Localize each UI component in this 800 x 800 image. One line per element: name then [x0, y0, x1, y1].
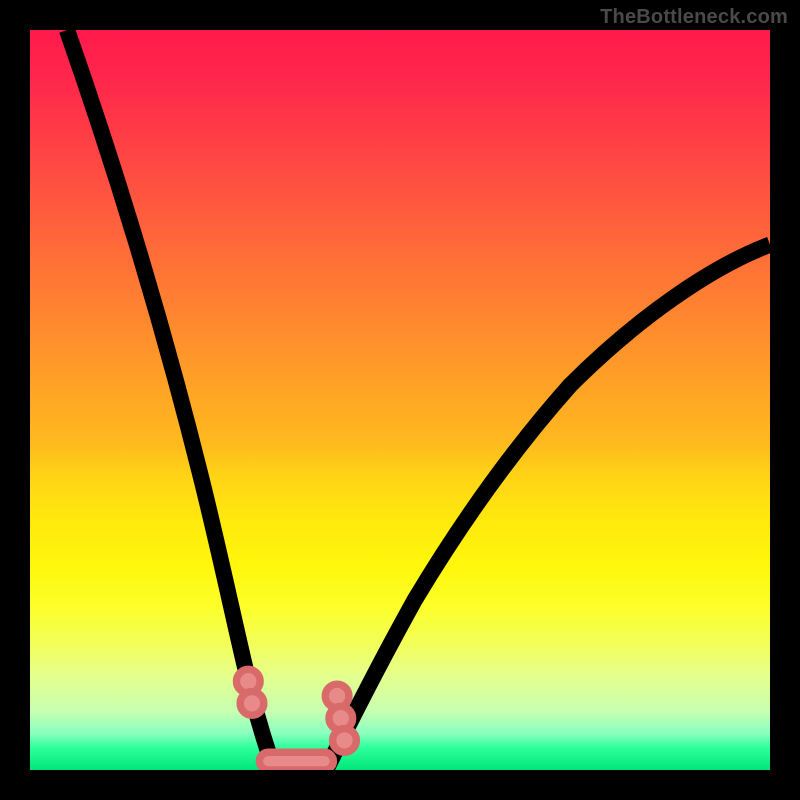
plot-area — [30, 30, 770, 770]
chart-svg — [30, 30, 770, 770]
floor-marker-bar — [259, 752, 333, 770]
curve-left — [67, 30, 274, 770]
marker-dot — [240, 692, 264, 716]
chart-frame: TheBottleneck.com — [0, 0, 800, 800]
curve-right — [326, 245, 770, 770]
watermark-text: TheBottleneck.com — [600, 6, 788, 29]
marker-dot — [333, 729, 357, 753]
